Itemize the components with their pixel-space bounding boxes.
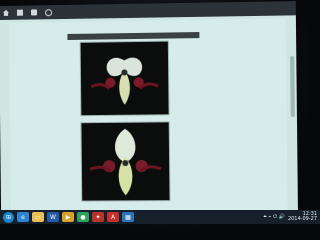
- body-paragraph: [171, 43, 234, 44]
- screen: [0, 1, 298, 217]
- orchid-image-top: [80, 41, 169, 116]
- taskbar-app-red[interactable]: ✦: [92, 212, 104, 222]
- taskbar-app[interactable]: ●: [77, 212, 89, 222]
- email-icon: [16, 9, 24, 16]
- page-header-text: [49, 23, 242, 26]
- taskbar-word[interactable]: W: [47, 212, 59, 222]
- figure-top: [79, 40, 170, 117]
- toolbar-email[interactable]: [16, 9, 25, 16]
- pdf-page: [9, 18, 288, 216]
- toolbar-find[interactable]: [45, 8, 54, 16]
- body-paragraph: [171, 43, 234, 44]
- clock[interactable]: 12:31 2014-09-27: [288, 212, 317, 222]
- home-icon: [3, 10, 9, 16]
- windows-taskbar: ⊞ e ▭ W ▶ ● ✦ A ▦ ⏶ ⌁ ⏻ 🔊 12:31 2014-09-…: [0, 210, 320, 224]
- body-paragraph: [171, 43, 234, 44]
- toolbar-print[interactable]: [30, 9, 39, 16]
- taskbar-app-blue[interactable]: ▦: [122, 212, 134, 222]
- clock-date: 2014-09-27: [287, 216, 317, 222]
- body-paragraph: [171, 43, 234, 44]
- title-strip: [67, 32, 200, 41]
- body-paragraph: [171, 43, 234, 44]
- taskbar-pdf[interactable]: A: [107, 212, 119, 222]
- folder-icon: ▭: [35, 213, 41, 221]
- start-button[interactable]: ⊞: [3, 211, 14, 223]
- app-blue-icon: ▦: [125, 213, 131, 221]
- body-paragraph: [171, 40, 234, 41]
- word-icon: W: [50, 213, 56, 221]
- taskbar-explorer[interactable]: ▭: [32, 212, 44, 222]
- media-icon: ▶: [65, 213, 71, 221]
- vertical-scrollbar[interactable]: [290, 56, 295, 118]
- body-text-column: [171, 40, 236, 211]
- figure-bottom: [80, 121, 171, 202]
- orchid-image-bottom: [81, 122, 170, 201]
- windows-logo-icon: ⊞: [5, 213, 12, 221]
- taskbar-browser[interactable]: e: [17, 212, 29, 222]
- pdf-icon: A: [110, 213, 116, 221]
- system-tray: ⏶ ⌁ ⏻ 🔊 12:31 2014-09-27: [263, 212, 317, 222]
- app-red-icon: ✦: [95, 213, 101, 221]
- browser-icon: e: [21, 213, 25, 221]
- document-viewport: [0, 15, 298, 217]
- tray-icons: ⏶ ⌁ ⏻ 🔊: [262, 214, 285, 220]
- toolbar-home[interactable]: [3, 10, 11, 16]
- taskbar-media[interactable]: ▶: [62, 212, 74, 222]
- app-icon: ●: [80, 213, 86, 221]
- find-icon: [45, 8, 53, 16]
- print-icon: [30, 9, 38, 16]
